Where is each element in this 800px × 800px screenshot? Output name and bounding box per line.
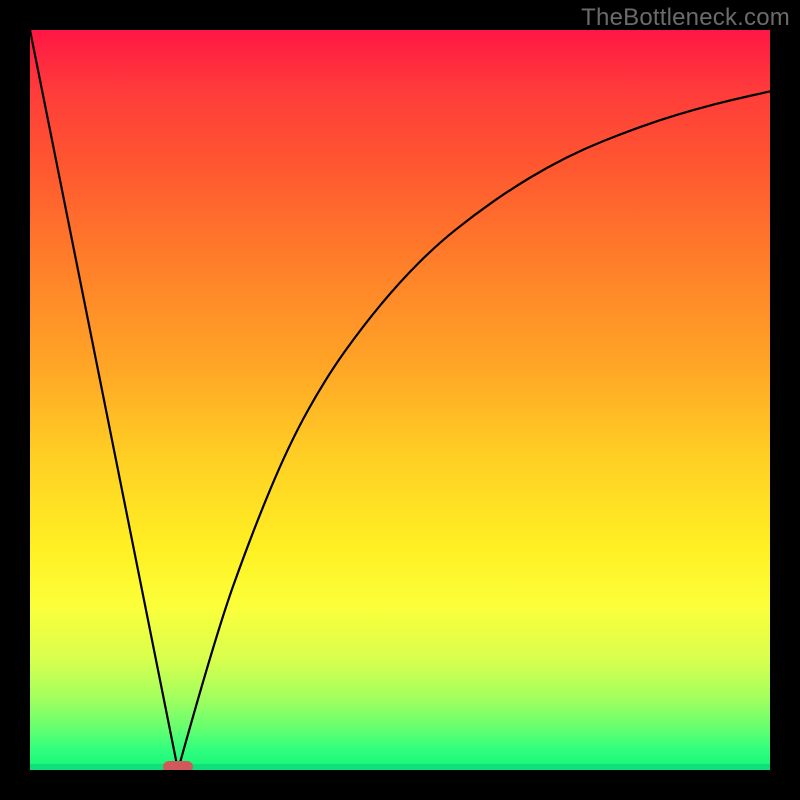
- chart-frame: TheBottleneck.com: [0, 0, 800, 800]
- curve-path: [30, 30, 770, 770]
- bottleneck-curve: [30, 30, 770, 770]
- watermark-text: TheBottleneck.com: [581, 4, 790, 32]
- plot-area: [30, 30, 770, 770]
- bottleneck-marker: [163, 761, 193, 770]
